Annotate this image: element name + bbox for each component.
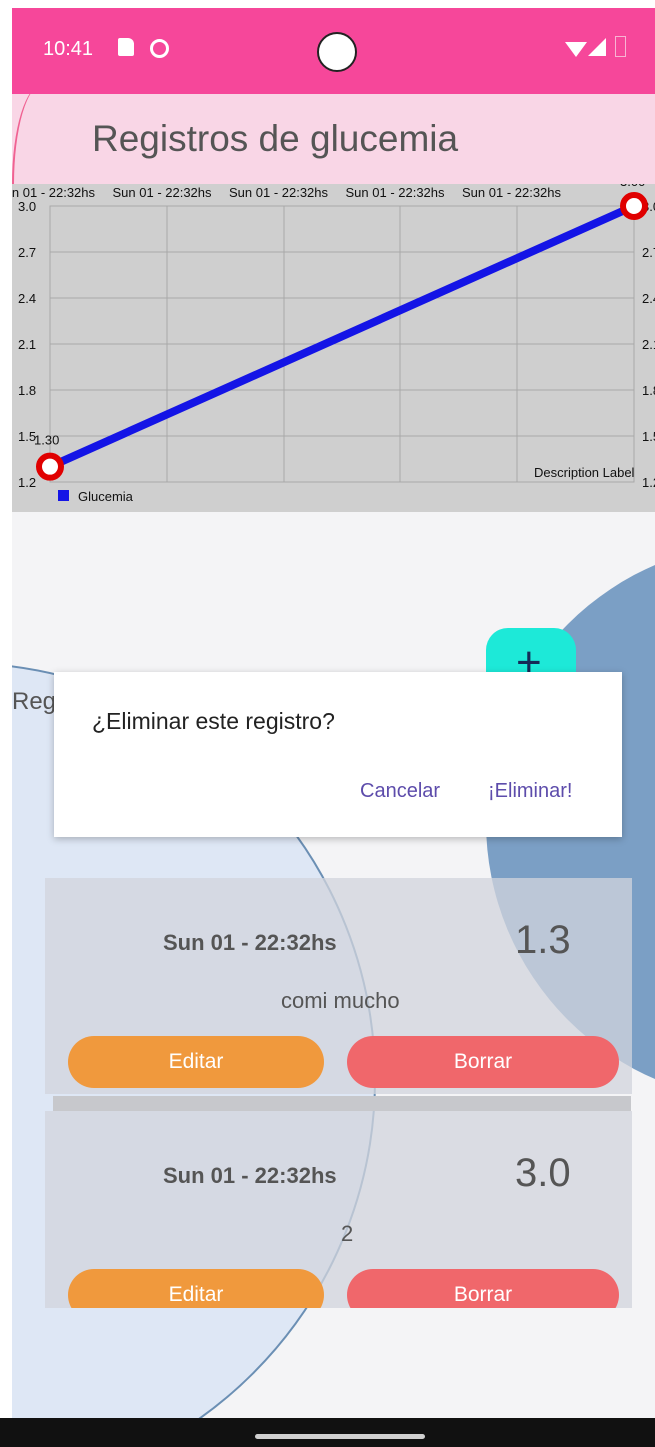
device-frame: 10:41 Registros de glucemia 1.21.21.51.5… — [0, 0, 655, 1447]
chart-x-tick-label: Sun 01 - 22:32hs — [12, 185, 96, 200]
dialog-message: ¿Eliminar este registro? — [92, 708, 335, 734]
delete-button[interactable]: Borrar — [347, 1036, 619, 1088]
chart-background — [12, 184, 655, 512]
chart-data-label: 1.30 — [34, 433, 59, 448]
camera-cutout — [317, 32, 357, 72]
chart-canvas: 1.21.21.51.51.81.82.12.12.42.42.72.73.03… — [12, 184, 655, 512]
record-divider — [53, 1096, 631, 1111]
record-card: Sun 01 - 22:32hs 1.3 comi mucho Editar B… — [45, 878, 632, 1094]
chart-description-label: Description Label — [534, 465, 635, 480]
app-screen: 10:41 Registros de glucemia 1.21.21.51.5… — [12, 8, 655, 1418]
chart-y-tick-label: 2.4 — [18, 291, 36, 306]
chart-legend-label: Glucemia — [78, 489, 134, 504]
chart-data-point — [36, 452, 64, 481]
background-label: Reg — [12, 688, 57, 715]
sd-card-icon — [118, 38, 134, 56]
record-note: comi mucho — [281, 988, 400, 1013]
chart-x-tick-label: Sun 01 - 22:32hs — [113, 185, 213, 200]
app-header: Registros de glucemia — [12, 94, 655, 184]
chart-y-tick-label-right: 2.1 — [642, 337, 655, 352]
chart-x-tick-label: Sun 01 - 22:32hs — [346, 185, 446, 200]
wifi-icon — [565, 42, 587, 57]
chart-y-tick-label-right: 1.5 — [642, 429, 655, 444]
records-list: Sun 01 - 22:32hs 1.3 comi mucho Editar B… — [45, 878, 632, 1308]
status-bar: 10:41 — [12, 8, 655, 94]
record-value: 3.0 — [515, 1151, 571, 1195]
chart-y-tick-label-right: 2.4 — [642, 291, 655, 306]
home-handle[interactable] — [255, 1434, 425, 1439]
sync-icon — [150, 39, 169, 58]
record-card: Sun 01 - 22:32hs 3.0 2 Editar Borrar — [45, 1111, 632, 1308]
confirm-delete-button[interactable]: ¡Eliminar! — [488, 780, 572, 803]
glucose-chart[interactable]: 1.21.21.51.51.81.82.12.12.42.42.72.73.03… — [12, 184, 655, 512]
chart-data-point — [620, 192, 648, 220]
delete-button[interactable]: Borrar — [347, 1269, 619, 1308]
navigation-bar — [0, 1418, 655, 1447]
chart-y-tick-label-right: 1.8 — [642, 383, 655, 398]
chart-y-tick-label: 2.7 — [18, 245, 36, 260]
page-title: Registros de glucemia — [92, 118, 459, 159]
chart-y-tick-label: 1.2 — [18, 475, 36, 490]
chart-data-label: 3.00 — [620, 184, 645, 189]
cancel-button[interactable]: Cancelar — [360, 780, 440, 803]
chart-x-tick-label: Sun 01 - 22:32hs — [229, 185, 329, 200]
chart-y-tick-label-right: 1.2 — [642, 475, 655, 490]
status-time: 10:41 — [43, 38, 94, 60]
edit-button[interactable]: Editar — [68, 1269, 324, 1308]
record-date: Sun 01 - 22:32hs — [163, 930, 337, 955]
chart-legend-swatch — [58, 490, 69, 501]
chart-x-tick-label: Sun 01 - 22:32hs — [462, 185, 562, 200]
record-note: 2 — [341, 1221, 354, 1246]
record-date: Sun 01 - 22:32hs — [163, 1163, 337, 1188]
chart-y-tick-label: 2.1 — [18, 337, 36, 352]
chart-y-tick-label: 1.8 — [18, 383, 36, 398]
content-area: Reg Sun 01 - 22:32hs 1.3 comi mucho Edit… — [12, 512, 655, 1418]
chart-y-tick-label-right: 2.7 — [642, 245, 655, 260]
delete-confirm-dialog: ¿Eliminar este registro? Cancelar ¡Elimi… — [54, 672, 622, 837]
header-decoration — [12, 94, 74, 184]
battery-icon — [615, 36, 626, 57]
edit-button[interactable]: Editar — [68, 1036, 324, 1088]
signal-icon — [588, 38, 606, 56]
record-value: 1.3 — [515, 918, 571, 962]
chart-y-tick-label: 3.0 — [18, 199, 36, 214]
